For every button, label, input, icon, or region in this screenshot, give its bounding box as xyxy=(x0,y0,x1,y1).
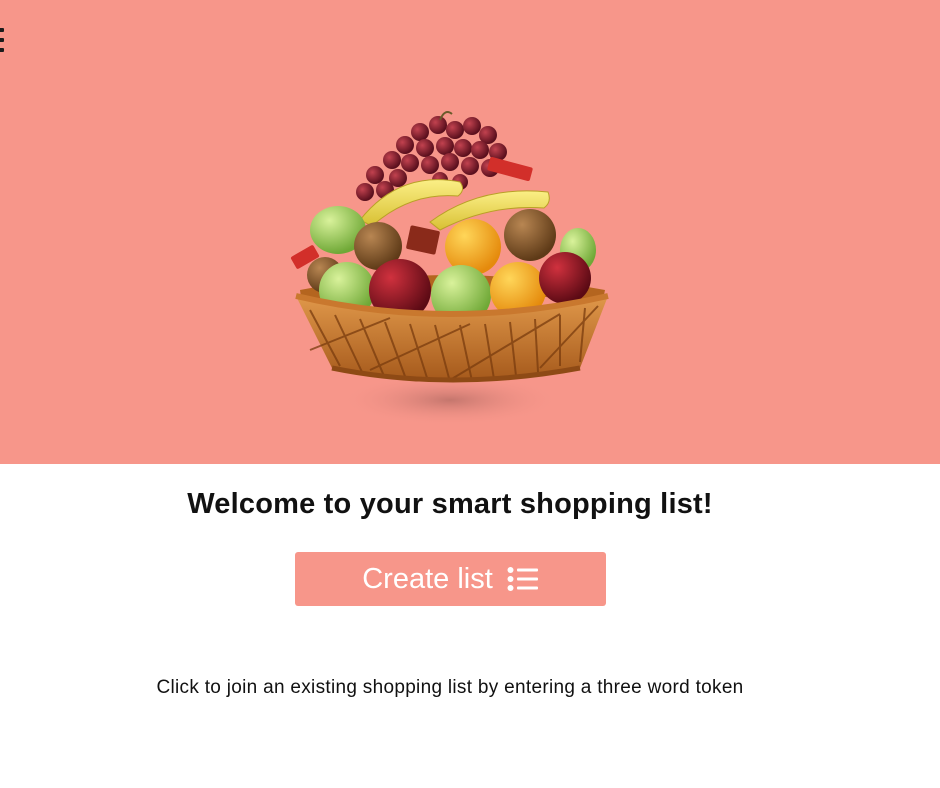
hero-banner xyxy=(0,0,940,464)
list-icon xyxy=(507,567,538,591)
hamburger-menu-icon[interactable] xyxy=(0,28,6,58)
join-list-link[interactable]: Click to join an existing shopping list … xyxy=(0,677,900,699)
fruit-basket-image xyxy=(290,111,609,426)
create-list-label: Create list xyxy=(362,562,493,595)
page-title: Welcome to your smart shopping list! xyxy=(187,488,713,520)
create-list-button[interactable]: Create list xyxy=(295,552,606,606)
